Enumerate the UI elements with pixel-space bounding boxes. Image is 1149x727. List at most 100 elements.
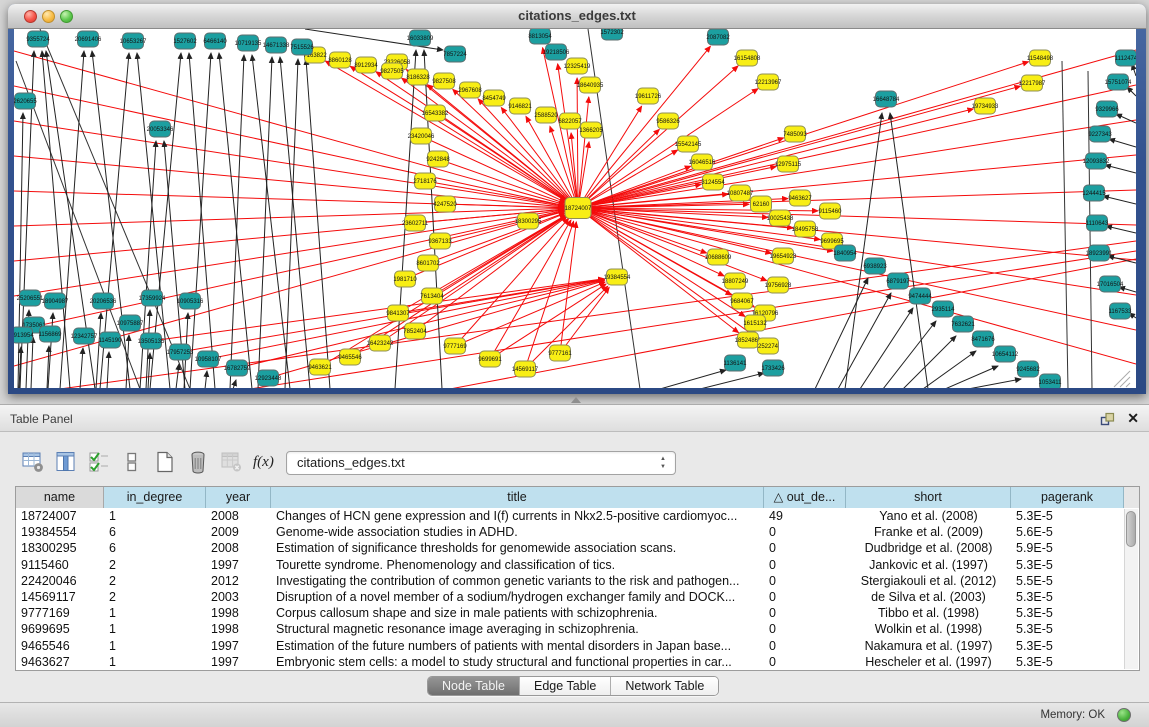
table-row[interactable]: 2242004622012Investigating the contribut… <box>16 573 1139 589</box>
column-header[interactable]: in_degree <box>104 487 206 508</box>
graph-edge[interactable] <box>838 293 891 388</box>
table-settings-icon[interactable] <box>20 448 46 476</box>
graph-node[interactable]: 8186328 <box>406 69 430 85</box>
table-selector-dropdown[interactable]: citations_edges.txt ▲▼ <box>286 451 676 475</box>
graph-node[interactable]: 2588520 <box>534 107 558 123</box>
table-cell[interactable]: 0 <box>764 654 846 670</box>
graph-node[interactable]: 2087082 <box>706 29 730 45</box>
table-cell[interactable]: Corpus callosum shape and size in male p… <box>271 605 764 621</box>
table-cell[interactable]: 49 <box>764 508 846 524</box>
table-row[interactable]: 969969511998Structural magnetic resonanc… <box>16 621 1139 637</box>
graph-node[interactable]: 10958107 <box>195 351 222 367</box>
table-cell[interactable]: 9699695 <box>16 621 104 637</box>
graph-node[interactable]: 1527602 <box>173 33 197 49</box>
column-header[interactable]: short <box>846 487 1011 508</box>
graph-edge[interactable] <box>148 353 150 388</box>
graph-node[interactable]: 12217987 <box>1019 75 1046 91</box>
graph-node[interactable]: 15751074 <box>1105 74 1132 90</box>
graph-node[interactable]: 8912934 <box>354 57 378 73</box>
table-cell[interactable]: Estimation of the future numbers of pati… <box>271 638 764 654</box>
table-cell[interactable]: Stergiakouli et al. (2012) <box>846 573 1011 589</box>
graph-node[interactable]: 1840954 <box>833 245 857 261</box>
table-cell[interactable]: 2012 <box>206 573 271 589</box>
graph-node[interactable]: 1112474 <box>1115 50 1136 66</box>
graph-node[interactable]: 6938923 <box>863 258 887 274</box>
graph-edge[interactable] <box>578 208 724 276</box>
graph-edge[interactable] <box>1126 383 1130 387</box>
citation-network-graph[interactable]: 1872400719384554183002957163822886012889… <box>14 29 1136 388</box>
network-canvas[interactable]: 1872400719384554183002957163822886012889… <box>14 29 1136 388</box>
graph-node[interactable]: 19756928 <box>765 277 792 293</box>
graph-node[interactable]: 9699691 <box>478 351 502 367</box>
graph-node[interactable]: 17016504 <box>1097 276 1124 292</box>
graph-node[interactable]: 9684067 <box>730 293 754 309</box>
graph-node[interactable]: 10905316 <box>177 293 204 309</box>
graph-edge[interactable] <box>230 55 244 388</box>
graph-edge[interactable] <box>1105 165 1136 173</box>
table-cell[interactable]: 5.6E-5 <box>1011 524 1124 540</box>
graph-node[interactable]: 18923991 <box>1086 245 1113 261</box>
graph-node[interactable]: 6879197 <box>886 273 910 289</box>
table-cell[interactable]: Wolkin et al. (1998) <box>846 621 1011 637</box>
graph-edge[interactable] <box>558 64 578 208</box>
graph-node[interactable]: 19734933 <box>972 98 999 114</box>
table-cell[interactable]: Changes of HCN gene expression and I(f) … <box>271 508 764 524</box>
graph-node[interactable]: 1733426 <box>761 360 785 376</box>
graph-node[interactable]: 2967608 <box>458 82 482 98</box>
graph-node[interactable]: 23602711 <box>402 215 429 231</box>
table-row[interactable]: 977716911998Corpus callosum shape and si… <box>16 605 1139 621</box>
table-cell[interactable]: 0 <box>764 557 846 573</box>
table-cell[interactable]: 6 <box>104 524 206 540</box>
graph-node[interactable]: 18495758 <box>792 221 819 237</box>
graph-node[interactable]: 1136141 <box>724 355 748 371</box>
graph-node[interactable]: 8454749 <box>482 90 506 106</box>
graph-node[interactable]: 9227343 <box>1088 126 1112 142</box>
table-cell[interactable]: 9463627 <box>16 654 104 670</box>
new-document-icon[interactable] <box>152 448 178 476</box>
graph-node[interactable]: 19611726 <box>635 88 662 104</box>
checkbox-list-icon[interactable] <box>119 448 145 476</box>
graph-node[interactable]: 9115460 <box>819 203 843 219</box>
graph-node[interactable]: 18904987 <box>42 293 69 309</box>
graph-node[interactable]: 16543382 <box>422 105 449 121</box>
tab-node-table[interactable]: Node Table <box>428 677 519 695</box>
graph-edge[interactable] <box>923 351 976 388</box>
graph-node[interactable]: 7485093 <box>783 126 807 142</box>
close-panel-icon[interactable]: ✕ <box>1127 410 1139 427</box>
graph-edge[interactable] <box>176 364 179 388</box>
table-row[interactable]: 946554611997Estimation of the future num… <box>16 638 1139 654</box>
graph-node[interactable]: 1572302 <box>600 29 624 40</box>
table-cell[interactable]: 18724007 <box>16 508 104 524</box>
graph-edge[interactable] <box>250 251 1136 388</box>
table-cell[interactable]: 2003 <box>206 589 271 605</box>
table-cell[interactable]: Nakamura et al. (1997) <box>846 638 1011 654</box>
graph-node[interactable]: 10025438 <box>767 210 794 226</box>
table-cell[interactable]: 19384554 <box>16 524 104 540</box>
graph-node[interactable]: 16046516 <box>689 154 716 170</box>
table-cell[interactable]: 2008 <box>206 508 271 524</box>
graph-node[interactable]: 16033809 <box>407 30 434 46</box>
graph-node[interactable]: 9827508 <box>432 73 456 89</box>
graph-node[interactable]: 12975115 <box>775 156 802 172</box>
graph-edge[interactable] <box>578 109 973 208</box>
table-cell[interactable]: 1 <box>104 638 206 654</box>
graph-node[interactable]: 1053411 <box>1039 374 1063 388</box>
graph-node[interactable]: 16423242 <box>367 335 394 351</box>
graph-node[interactable]: 16648784 <box>873 91 900 107</box>
table-cell[interactable]: de Silva et al. (2003) <box>846 589 1011 605</box>
table-row[interactable]: 1456911722003Disruption of a novel membe… <box>16 589 1139 605</box>
graph-node[interactable]: 7613404 <box>420 288 444 304</box>
table-row[interactable]: 911546021997Tourette syndrome. Phenomeno… <box>16 557 1139 573</box>
graph-node[interactable]: 9586326 <box>656 113 680 129</box>
scrollbar-thumb[interactable] <box>1126 511 1136 547</box>
delete-table-icon[interactable] <box>218 448 244 476</box>
graph-edge[interactable] <box>285 59 298 388</box>
graph-edge[interactable] <box>890 113 928 388</box>
table-cell[interactable]: 5.3E-5 <box>1011 621 1124 637</box>
table-cell[interactable]: 18300295 <box>16 540 104 556</box>
graph-edge[interactable] <box>860 308 913 388</box>
table-cell[interactable]: 9115460 <box>16 557 104 573</box>
graph-node[interactable]: 9465546 <box>338 349 362 365</box>
table-cell[interactable]: 22420046 <box>16 573 104 589</box>
window-titlebar[interactable]: citations_edges.txt <box>8 4 1146 29</box>
